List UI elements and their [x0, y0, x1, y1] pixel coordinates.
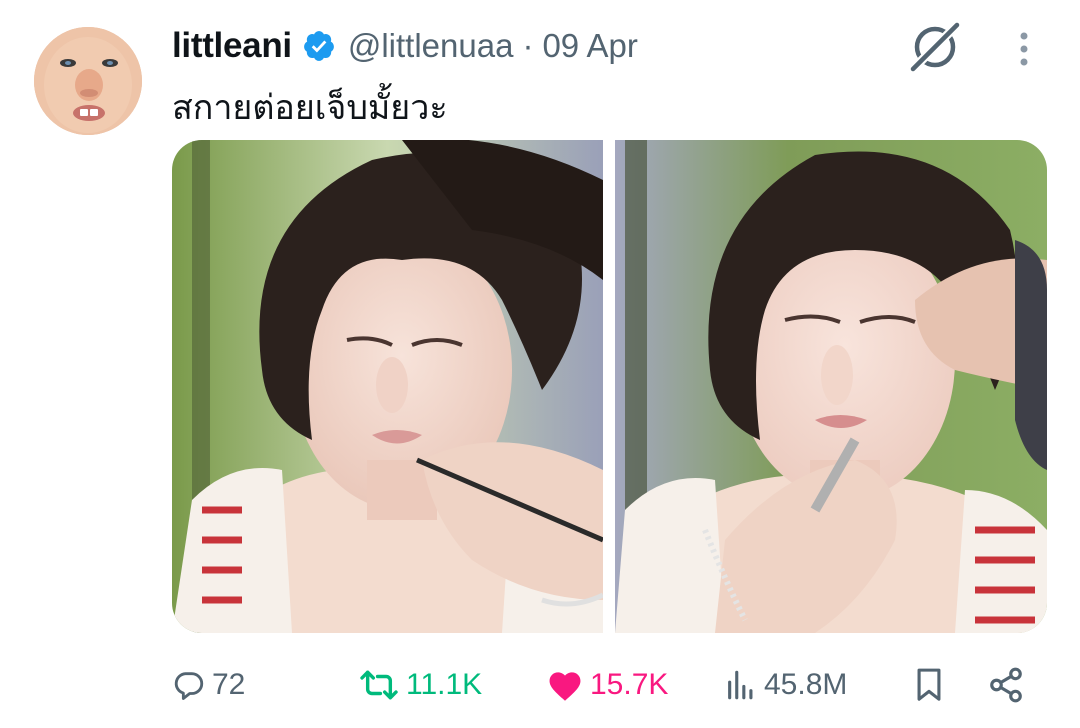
repost-button[interactable]: 11.1K [358, 660, 482, 710]
views-button[interactable]: 45.8M [724, 660, 847, 710]
bookmark-button[interactable] [912, 660, 946, 710]
repost-count: 11.1K [406, 668, 483, 701]
verified-badge-icon [302, 29, 336, 63]
avatar[interactable] [34, 27, 142, 135]
tweet-header: littleani @littlenuaa · 09 Apr [172, 22, 638, 70]
reply-icon [174, 672, 204, 700]
avatar-photo [34, 27, 142, 135]
media-photo-1[interactable] [172, 140, 603, 633]
heart-icon [549, 672, 581, 701]
action-bar: 72 11.1K 15.7K 45.8M [172, 660, 1040, 710]
views-icon [728, 670, 753, 700]
author-display-name[interactable]: littleani [172, 26, 292, 66]
media-photo-2[interactable] [615, 140, 1047, 633]
makeup-photo [615, 140, 1047, 633]
more-vertical-icon[interactable] [1008, 28, 1040, 70]
repost-icon [360, 670, 398, 700]
bookmark-icon [917, 668, 941, 701]
media-grid [172, 140, 1047, 633]
separator-dot: · [522, 27, 534, 64]
author-handle[interactable]: @littlenuaa [348, 27, 514, 65]
tweet-date[interactable]: 09 Apr [542, 27, 637, 65]
grok-icon[interactable] [906, 18, 964, 76]
tweet: littleani @littlenuaa · 09 Apr สกายต่อยเ… [0, 0, 1080, 728]
share-button[interactable] [987, 660, 1025, 710]
view-count: 45.8M [764, 668, 848, 701]
like-button[interactable]: 15.7K [546, 660, 668, 710]
share-icon [990, 667, 1022, 703]
makeup-photo [172, 140, 603, 633]
reply-button[interactable]: 72 [172, 660, 245, 710]
tweet-text: สกายต่อยเจ็บมั้ยวะ [172, 89, 448, 127]
reply-count: 72 [212, 668, 246, 701]
like-count: 15.7K [590, 668, 669, 701]
